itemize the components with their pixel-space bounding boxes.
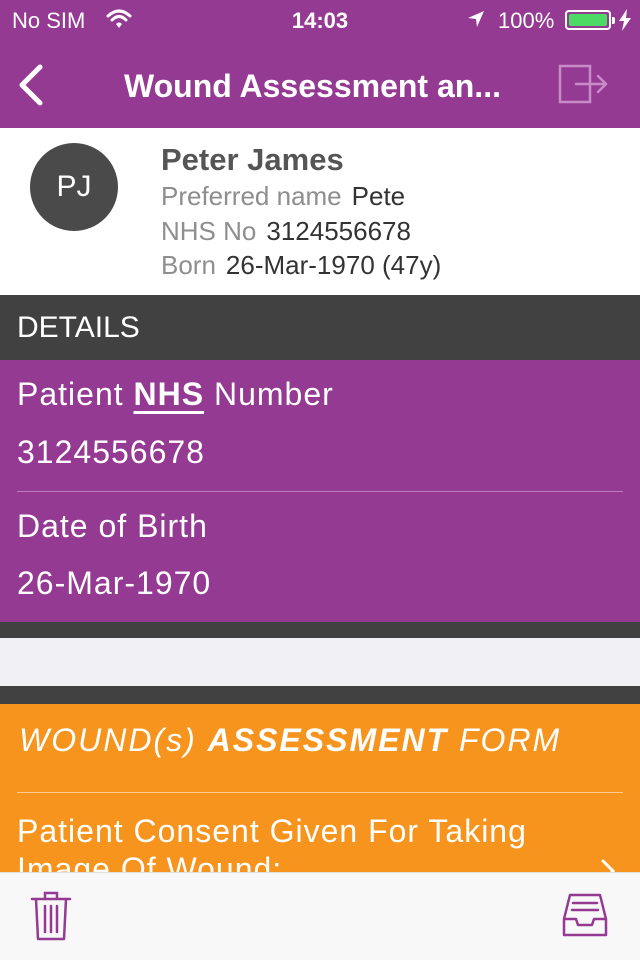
nhs-number-label: NHS No [161,216,257,246]
trash-icon[interactable] [30,889,72,943]
preferred-name-value: Pete [351,181,406,211]
preferred-name-row: Preferred name Pete [161,181,405,212]
battery-icon [565,10,615,30]
form-title-bold: ASSESSMENT [207,722,449,758]
nhs-label-prefix: Patient [17,376,124,412]
preferred-name-label: Preferred name [161,181,342,211]
dob-field-value: 26-Mar-1970 [17,565,212,601]
status-bar: No SIM 14:03 100% [0,0,640,40]
nhs-label-bold: NHS [133,376,205,412]
details-section: Patient NHS Number 3124556678 Date of Bi… [0,360,640,622]
form-title-suffix: FORM [459,722,562,758]
divider [17,792,623,793]
charging-icon [619,9,631,31]
form-title: WOUND(s) ASSESSMENT FORM [19,722,561,759]
navigation-bar: Wound Assessment an... [0,40,640,128]
section-separator [0,622,640,638]
divider [17,491,623,492]
patient-name: Peter James [161,142,344,177]
nhs-number-field-value: 3124556678 [17,434,205,470]
form-title-prefix: WOUND(s) [19,722,197,758]
back-chevron-icon[interactable] [14,62,48,108]
battery-percent: 100% [498,8,555,33]
logout-icon[interactable] [556,60,612,108]
born-row: Born 26-Mar-1970 (47y) [161,250,441,281]
patient-banner: PJ Peter James Preferred name Pete NHS No… [0,128,640,295]
dob-field-label: Date of Birth [17,508,208,544]
bottom-toolbar [0,872,640,960]
details-section-header: DETAILS [0,295,640,360]
born-label: Born [161,250,216,280]
wound-assessment-form: WOUND(s) ASSESSMENT FORM Patient Consent… [0,704,640,874]
nhs-label-suffix: Number [213,376,334,412]
nhs-number-value: 3124556678 [266,216,411,246]
page-title: Wound Assessment an... [124,68,501,104]
section-gap [0,638,640,686]
location-arrow-icon [468,11,484,27]
section-separator [0,686,640,704]
born-value: 26-Mar-1970 (47y) [225,250,442,280]
nhs-number-row: NHS No 3124556678 [161,216,411,247]
nhs-number-field-label: Patient NHS Number [17,376,334,413]
inbox-tray-icon[interactable] [560,891,610,939]
consent-field[interactable]: Patient Consent Given For Taking Image O… [17,812,577,874]
avatar: PJ [30,143,118,231]
